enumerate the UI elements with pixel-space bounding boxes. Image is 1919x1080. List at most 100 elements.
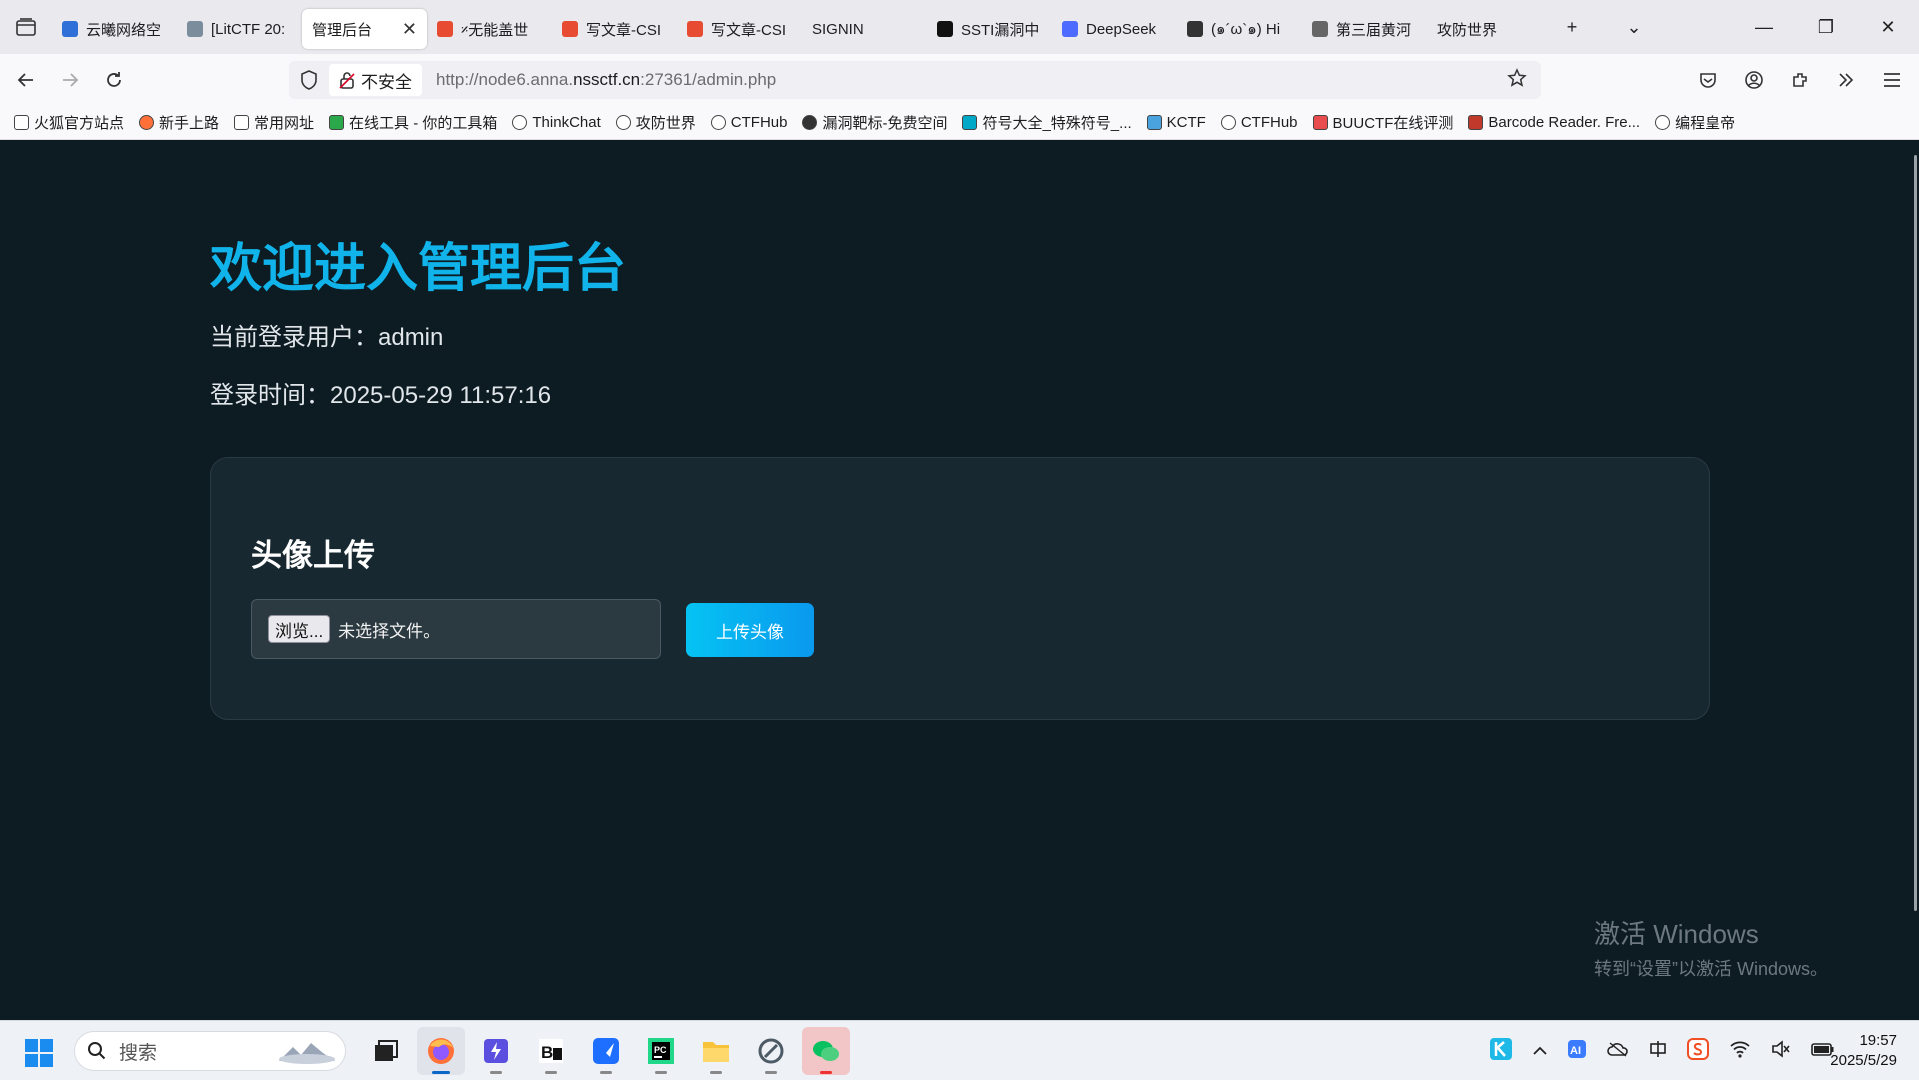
minimize-window-icon[interactable]: —: [1747, 17, 1781, 38]
bookmark-item[interactable]: BUUCTF在线评测: [1312, 112, 1453, 133]
tab-title: 写文章-CSI: [586, 21, 662, 39]
upload-avatar-button[interactable]: 上传头像: [686, 603, 814, 657]
tab-favicon-icon: [687, 21, 703, 37]
windows-taskbar: 搜索 B PC AI 19:57 2025/5/29: [0, 1020, 1919, 1080]
page-title: 欢迎进入管理后台: [210, 239, 627, 299]
extensions-puzzle-icon[interactable]: [1787, 62, 1813, 98]
browser-tab[interactable]: 攻防世界: [1427, 9, 1552, 49]
bookmark-item[interactable]: 新手上路: [139, 112, 219, 133]
bookmark-star-icon[interactable]: [1507, 67, 1527, 93]
watermark-title: 激活 Windows: [1594, 919, 1759, 949]
feishu-icon[interactable]: [582, 1027, 630, 1075]
sogou-ime-icon[interactable]: [1687, 1038, 1709, 1065]
pocket-icon[interactable]: [1695, 62, 1721, 98]
close-window-icon[interactable]: ✕: [1871, 17, 1905, 38]
search-icon: [88, 1042, 106, 1060]
ctfhub-icon: [710, 115, 726, 130]
app-circle-icon[interactable]: [747, 1027, 795, 1075]
page-scrollbar[interactable]: [1914, 155, 1917, 911]
kuaishou-k-icon[interactable]: [1489, 1037, 1513, 1066]
current-user-text: 当前登录用户：admin: [210, 324, 444, 351]
ctfhub-icon: [1220, 115, 1236, 130]
show-hidden-icons-chevron-icon[interactable]: [1533, 1043, 1547, 1061]
account-icon[interactable]: [1741, 62, 1767, 98]
more-tools-chevron-icon[interactable]: [1833, 62, 1859, 98]
taskbar-clock[interactable]: 19:57 2025/5/29: [1830, 1031, 1897, 1071]
buu-icon: [1312, 115, 1328, 130]
svg-text:PC: PC: [654, 1045, 667, 1055]
close-tab-icon[interactable]: ✕: [402, 19, 417, 40]
tab-favicon-icon: [1312, 21, 1328, 37]
firefox-taskbar-icon[interactable]: [417, 1027, 465, 1075]
clock-date: 2025/5/29: [1830, 1052, 1897, 1069]
bookmark-item[interactable]: 符号大全_特殊符号_...: [962, 112, 1132, 133]
no-file-label: 未选择文件。: [338, 621, 441, 641]
restore-window-icon[interactable]: ❐: [1809, 17, 1843, 38]
hamburger-menu-icon[interactable]: [1879, 62, 1905, 98]
volume-muted-icon[interactable]: [1771, 1040, 1791, 1063]
input-method-icon[interactable]: [1649, 1040, 1667, 1063]
bookmark-label: CTFHub: [730, 114, 788, 131]
browser-tab[interactable]: [LitCTF 20:: [177, 9, 302, 49]
browser-tab[interactable]: 云曦网络空: [52, 9, 177, 49]
back-arrow-icon[interactable]: [8, 62, 44, 98]
bookmark-item[interactable]: Barcode Reader. Fre...: [1468, 114, 1640, 131]
pycharm-icon[interactable]: PC: [637, 1027, 685, 1075]
new-tab-plus-icon[interactable]: +: [1555, 17, 1589, 38]
watermark-subtitle: 转到“设置”以激活 Windows。: [1594, 959, 1829, 979]
address-bar[interactable]: 不安全 http://node6.anna.nssctf.cn:27361/ad…: [289, 61, 1541, 99]
bookmark-label: CTFHub: [1240, 114, 1298, 131]
clock-time: 19:57: [1859, 1032, 1897, 1049]
bookmark-item[interactable]: 火狐官方站点: [14, 112, 124, 133]
broken-lock-icon: [339, 72, 355, 89]
bookmark-item[interactable]: KCTF: [1146, 114, 1206, 131]
url-text[interactable]: http://node6.anna.nssctf.cn:27361/admin.…: [436, 70, 776, 90]
browser-tab[interactable]: SIGNIN: [802, 9, 927, 49]
browse-button[interactable]: 浏览...: [268, 615, 331, 643]
bookmark-item[interactable]: ThinkChat: [512, 114, 601, 131]
bookmark-item[interactable]: 攻防世界: [615, 112, 696, 133]
tab-title: DeepSeek: [1086, 20, 1157, 38]
browser-tab[interactable]: 写文章-CSI: [552, 9, 677, 49]
bookmark-item[interactable]: 编程皇帝: [1655, 112, 1735, 133]
browser-tab[interactable]: 管理后台 ✕: [302, 9, 427, 49]
bookmark-label: Barcode Reader. Fre...: [1488, 114, 1641, 131]
browser-tab[interactable]: 第三届黄河: [1302, 9, 1427, 49]
browser-tab[interactable]: (๑´ω`๑) Hi: [1177, 9, 1302, 49]
card-title: 头像上传: [251, 538, 375, 574]
task-view-icon[interactable]: [362, 1027, 410, 1075]
browser-tab[interactable]: SSTI漏洞中: [927, 9, 1052, 49]
tab-favicon-icon: [437, 21, 453, 37]
bookmark-item[interactable]: 在线工具 - 你的工具箱: [329, 112, 497, 133]
toolbar-right: [1695, 62, 1905, 98]
tracking-protection-shield-icon[interactable]: [289, 70, 329, 90]
file-input[interactable]: 浏览... 未选择文件。: [251, 599, 661, 659]
bookmark-item[interactable]: CTFHub: [1220, 114, 1298, 131]
burpsuite-icon[interactable]: B: [527, 1027, 575, 1075]
wechat-icon[interactable]: [802, 1027, 850, 1075]
browser-tab[interactable]: DeepSeek: [1052, 9, 1177, 49]
windows-start-icon[interactable]: [24, 1038, 54, 1073]
browser-tab[interactable]: 𝄎无能盖世: [427, 9, 552, 49]
app-lightning-icon[interactable]: [472, 1027, 520, 1075]
bookmark-item[interactable]: 漏洞靶标-免费空间: [802, 112, 947, 133]
forward-arrow-icon[interactable]: [52, 62, 88, 98]
tab-title: 第三届黄河: [1336, 21, 1412, 39]
taskbar-search-box[interactable]: 搜索: [74, 1031, 346, 1071]
tool-icon: [329, 115, 345, 130]
snowflake-icon: [1146, 115, 1162, 130]
list-all-tabs-icon[interactable]: [0, 0, 52, 54]
bookmark-item[interactable]: 常用网址: [234, 112, 314, 133]
file-explorer-icon[interactable]: [692, 1027, 740, 1075]
bookmark-item[interactable]: CTFHub: [710, 114, 788, 131]
onedrive-cloud-icon[interactable]: [1607, 1041, 1629, 1062]
reload-icon[interactable]: [96, 62, 132, 98]
browser-tab[interactable]: 写文章-CSI: [677, 9, 802, 49]
tab-overflow-chevron-icon[interactable]: ⌄: [1617, 17, 1651, 38]
bookmarks-toolbar: 火狐官方站点 新手上路 常用网址 在线工具 - 你的工具箱 ThinkChat 攻防世界 C…: [0, 106, 1919, 140]
tab-title: 攻防世界: [1437, 21, 1498, 39]
globe-icon: [615, 115, 631, 130]
wifi-icon[interactable]: [1729, 1040, 1751, 1063]
ai-assistant-icon[interactable]: AI: [1567, 1039, 1587, 1064]
insecure-connection-badge[interactable]: 不安全: [329, 64, 422, 96]
